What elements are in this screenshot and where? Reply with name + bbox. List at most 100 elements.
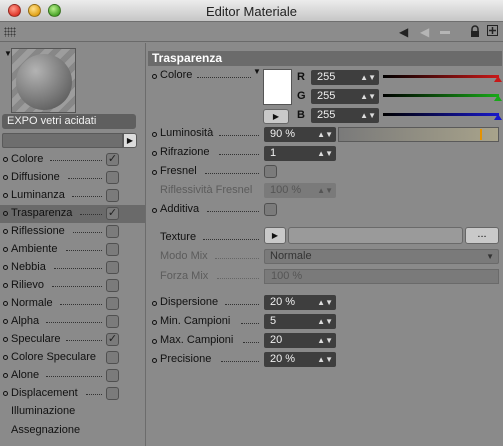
stepper-icon[interactable]: ▲▼ [360,70,376,85]
dotted-leader [241,323,259,324]
channel-checkbox[interactable] [106,315,119,328]
red-value: 255 [317,71,336,83]
stepper-icon[interactable]: ▲▼ [317,314,333,329]
channel-alone[interactable]: Alone [0,367,145,385]
channel-diffusione[interactable]: Diffusione [0,169,145,187]
texture-field[interactable] [288,227,463,244]
channel-colore[interactable]: Colore ✓ [0,151,145,169]
channel-label: Normale [11,297,53,309]
lock-icon[interactable] [470,25,480,41]
title-bar: Editor Materiale [0,0,503,22]
channel-ambiente[interactable]: Ambiente [0,241,145,259]
riflessivita-fresnel-field[interactable]: 100 % ▲▼ [264,183,336,198]
stepper-icon[interactable]: ▲▼ [360,89,376,104]
modo-mix-select[interactable]: Normale ▼ [264,249,499,264]
channel-displacement[interactable]: Displacement [0,385,145,403]
stepper-icon[interactable]: ▲▼ [317,333,333,348]
channel-checkbox[interactable] [106,225,119,238]
dispersione-field[interactable]: 20 % ▲▼ [264,295,336,310]
channel-normale[interactable]: Normale [0,295,145,313]
channel-nebbia[interactable]: Nebbia [0,259,145,277]
channel-checkbox[interactable] [106,369,119,382]
forza-mix-field[interactable]: 100 % [264,269,499,284]
channel-assegnazione[interactable]: Assegnazione [0,422,145,440]
channel-dot-icon [3,355,8,360]
channel-illuminazione[interactable]: Illuminazione [0,403,145,421]
channel-label: Alone [11,369,40,381]
luminosita-field[interactable]: 90 % ▲▼ [264,127,336,142]
channel-dot-icon [3,247,8,252]
forward-arrow-icon[interactable]: ◀ [420,25,429,39]
channel-rilievo[interactable]: Rilievo [0,277,145,295]
play-arrow-icon[interactable]: ▶ [123,133,137,148]
stepper-icon[interactable]: ▲▼ [317,183,333,198]
channel-luminanza[interactable]: Luminanza [0,187,145,205]
green-slider[interactable] [383,92,502,101]
material-name[interactable]: EXPO vetri acidati [2,114,136,129]
stepper-icon[interactable]: ▲▼ [317,295,333,310]
material-preview[interactable] [11,48,76,113]
luminosita-slider[interactable] [338,127,499,142]
back-arrow-icon[interactable]: ◀ [399,25,408,39]
channel-checkbox[interactable] [106,297,119,310]
luminosita-value: 90 % [270,128,296,140]
material-scroll-field[interactable] [2,133,123,148]
precisione-field[interactable]: 20 % ▲▼ [264,352,336,367]
blue-slider-knob[interactable] [494,114,502,120]
channel-speculare[interactable]: Speculare ✓ [0,331,145,349]
channel-dot-icon [3,193,8,198]
channel-checkbox[interactable] [106,351,119,364]
add-window-icon[interactable] [487,25,498,39]
channel-label: Illuminazione [11,405,76,417]
min-campioni-field[interactable]: 5 ▲▼ [264,314,336,329]
additiva-checkbox[interactable] [264,203,277,216]
channel-checkbox[interactable] [106,171,119,184]
rifrazione-field[interactable]: 1 ▲▼ [264,146,336,161]
grip-handle-icon[interactable] [4,27,16,37]
green-slider-knob[interactable] [494,95,502,101]
riflessivita-fresnel-label: Riflessività Fresnel [160,184,253,196]
channel-colore-speculare[interactable]: Colore Speculare [0,349,145,367]
colore-label: Colore [160,69,193,81]
red-slider-knob[interactable] [494,76,502,82]
dotted-leader [66,250,102,251]
channel-checkbox[interactable]: ✓ [106,333,119,346]
rifrazione-value: 1 [270,147,277,159]
channel-checkbox[interactable]: ✓ [106,207,119,220]
stepper-icon[interactable]: ▲▼ [317,146,333,161]
channel-dot-icon [3,175,8,180]
red-slider[interactable] [383,73,502,82]
color-swatch[interactable] [263,69,292,105]
channel-checkbox[interactable] [106,243,119,256]
channel-alpha[interactable]: Alpha [0,313,145,331]
channel-checkbox[interactable] [106,261,119,274]
texture-menu-button[interactable]: ▶ [264,227,286,244]
max-campioni-field[interactable]: 20 ▲▼ [264,333,336,348]
max-campioni-label: Max. Campioni [160,334,234,346]
texture-browse-button[interactable]: ... [465,227,499,244]
channel-trasparenza[interactable]: Trasparenza ✓ [0,205,145,223]
channel-checkbox[interactable] [106,279,119,292]
dotted-leader [66,340,102,341]
color-picker-button[interactable]: ▶ [263,109,289,124]
luminosita-label: Luminosità [160,127,214,139]
dotted-leader [205,173,259,174]
red-value-field[interactable]: 255 ▲▼ [311,70,379,85]
stepper-icon[interactable]: ▲▼ [360,108,376,123]
channel-checkbox[interactable] [106,189,119,202]
max-campioni-value: 20 [270,334,283,346]
red-label: R [297,71,305,83]
stepper-icon[interactable]: ▲▼ [317,127,333,142]
channel-checkbox[interactable]: ✓ [106,153,119,166]
channel-dot-icon [3,391,8,396]
channel-checkbox[interactable] [106,387,119,400]
blue-slider[interactable] [383,111,502,120]
fresnel-checkbox[interactable] [264,165,277,178]
stepper-icon[interactable]: ▲▼ [317,352,333,367]
precisione-value: 20 % [270,353,296,365]
blue-value-field[interactable]: 255 ▲▼ [311,108,379,123]
channel-riflessione[interactable]: Riflessione [0,223,145,241]
color-menu-triangle-icon[interactable]: ▼ [253,67,261,76]
luminosita-slider-marker[interactable] [480,129,482,140]
green-value-field[interactable]: 255 ▲▼ [311,89,379,104]
